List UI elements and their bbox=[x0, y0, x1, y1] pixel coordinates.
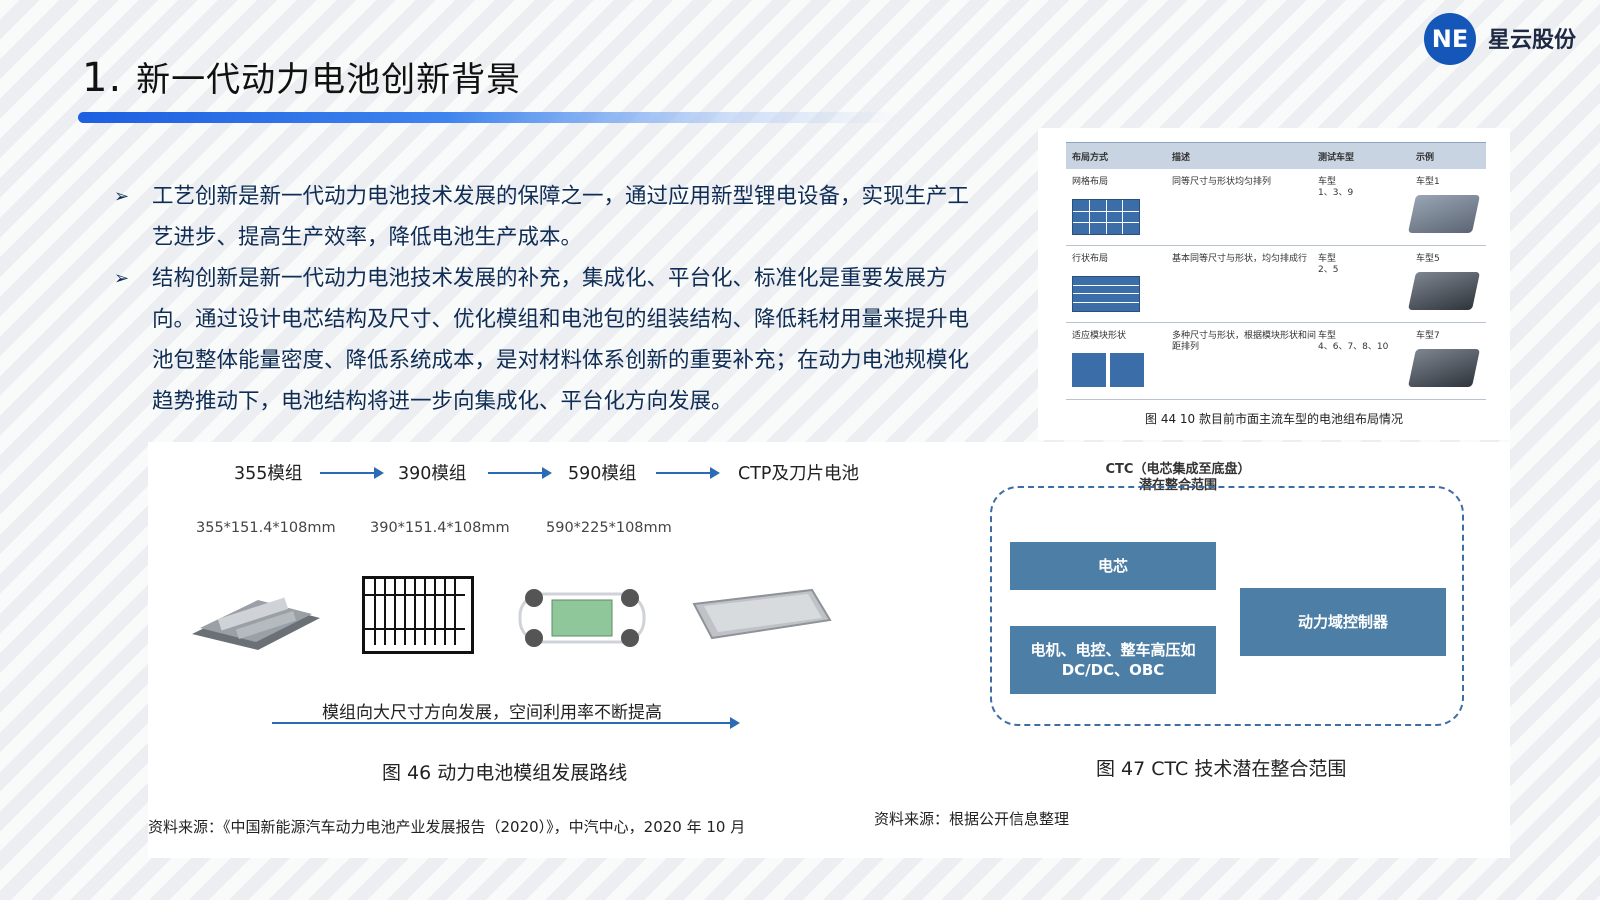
cell-model: 车型 1、3、9 bbox=[1318, 177, 1354, 198]
ctc-box-line: 电机、电控、整车高压如 bbox=[1030, 641, 1196, 659]
layout-table: 布局方式 描述 测试车型 示例 网格布局 同等尺寸与形状均匀排列 车型 1、3、… bbox=[1066, 142, 1486, 400]
ctc-caption: 图 47 CTC 技术潜在整合范围 bbox=[1096, 758, 1347, 780]
table-row: 网格布局 同等尺寸与形状均匀排列 车型 1、3、9 车型1 bbox=[1066, 169, 1486, 246]
ctc-box-line: DC/DC、OBC bbox=[1061, 661, 1165, 679]
flow-arrow-icon bbox=[656, 467, 720, 479]
stage-label: 390模组 bbox=[398, 464, 467, 484]
table-caption: 图 44 10 款目前市面主流车型的电池组布局情况 bbox=[1145, 412, 1403, 426]
stage-label: 590模组 bbox=[568, 464, 637, 484]
battery-pack-image-icon bbox=[1407, 272, 1481, 310]
battery-pack-image-icon bbox=[1407, 195, 1481, 233]
grid-layout-icon bbox=[1072, 199, 1140, 235]
roadmap-source: 资料来源：《中国新能源汽车动力电池产业发展报告（2020）》，中汽中心，2020… bbox=[148, 818, 746, 836]
figures-panel: 355模组 390模组 590模组 CTP及刀片电池 355*151.4*108… bbox=[148, 442, 1510, 858]
bullet-text: 结构创新是新一代动力电池技术发展的补充，集成化、平台化、标准化是重要发展方向。通… bbox=[152, 266, 970, 414]
header-model: 测试车型 bbox=[1318, 152, 1355, 163]
module-390-image-icon bbox=[362, 576, 474, 654]
trend-arrow-icon bbox=[272, 717, 740, 729]
ctc-box-drivetrain: 电机、电控、整车高压如 DC/DC、OBC bbox=[1010, 626, 1216, 694]
table-header: 布局方式 描述 测试车型 示例 bbox=[1066, 142, 1486, 169]
header-desc: 描述 bbox=[1172, 152, 1191, 163]
flow-arrow-icon bbox=[488, 467, 552, 479]
adaptive-layout-icon bbox=[1110, 353, 1144, 387]
ctc-box-domain-controller: 动力域控制器 bbox=[1240, 588, 1446, 656]
dimension-label: 590*225*108mm bbox=[546, 520, 672, 536]
module-355-image-icon bbox=[188, 580, 324, 652]
flow-arrow-icon bbox=[320, 467, 384, 479]
stage-label: 355模组 bbox=[234, 464, 303, 484]
cell-model: 车型 2、5 bbox=[1318, 254, 1339, 275]
arrow-bullet-icon: ➢ bbox=[114, 186, 130, 207]
ctc-title-line: CTC（电芯集成至底盘） bbox=[1105, 462, 1251, 477]
cell-desc: 基本同等尺寸与形状，均匀排成行 bbox=[1172, 254, 1308, 264]
brand-name: 星云股份 bbox=[1488, 28, 1577, 53]
arrow-bullet-icon: ➢ bbox=[114, 268, 130, 289]
stage-label: CTP及刀片电池 bbox=[738, 464, 859, 484]
ctc-source: 资料来源：根据公开信息整理 bbox=[874, 810, 1070, 828]
cell-desc: 多种尺寸与形状，根据模块形状和间距排列 bbox=[1172, 331, 1317, 352]
cell-model: 车型 4、6、7、8、10 bbox=[1318, 331, 1389, 352]
dimension-label: 355*151.4*108mm bbox=[196, 520, 336, 536]
module-590-chassis-image-icon bbox=[512, 580, 652, 654]
header-example: 示例 bbox=[1416, 152, 1435, 163]
blade-battery-image-icon bbox=[692, 582, 832, 642]
trend-label: 模组向大尺寸方向发展，空间利用率不断提高 bbox=[322, 703, 662, 723]
title-underline bbox=[78, 112, 898, 123]
table-row: 适应模块形状 多种尺寸与形状，根据模块形状和间距排列 车型 4、6、7、8、10… bbox=[1066, 323, 1486, 400]
bullet-text: 工艺创新是新一代动力电池技术发展的保障之一，通过应用新型锂电设备，实现生产工艺进… bbox=[152, 184, 970, 250]
bullet-item: ➢ 结构创新是新一代动力电池技术发展的补充，集成化、平台化、标准化是重要发展方向… bbox=[112, 258, 982, 422]
bullet-item: ➢ 工艺创新是新一代动力电池技术发展的保障之一，通过应用新型锂电设备，实现生产工… bbox=[112, 176, 982, 258]
page-title: 1. 新一代动力电池创新背景 bbox=[82, 52, 521, 101]
dimension-label: 390*151.4*108mm bbox=[370, 520, 510, 536]
brand-logo-icon: NE bbox=[1424, 13, 1476, 65]
section-number: 1. bbox=[82, 55, 123, 101]
battery-pack-image-icon bbox=[1407, 349, 1481, 387]
bullet-list: ➢ 工艺创新是新一代动力电池技术发展的保障之一，通过应用新型锂电设备，实现生产工… bbox=[112, 176, 982, 422]
cell-desc: 同等尺寸与形状均匀排列 bbox=[1172, 177, 1272, 187]
layout-table-figure: 布局方式 描述 测试车型 示例 网格布局 同等尺寸与形状均匀排列 车型 1、3、… bbox=[1038, 128, 1510, 440]
roadmap-caption: 图 46 动力电池模组发展路线 bbox=[382, 762, 628, 784]
table-row: 行状布局 基本同等尺寸与形状，均匀排成行 车型 2、5 车型5 bbox=[1066, 246, 1486, 323]
adaptive-layout-icon bbox=[1072, 353, 1106, 387]
title-text: 新一代动力电池创新背景 bbox=[136, 60, 522, 100]
header-layout: 布局方式 bbox=[1072, 152, 1109, 163]
row-layout-icon bbox=[1072, 276, 1140, 312]
ctc-box-cell: 电芯 bbox=[1010, 542, 1216, 590]
